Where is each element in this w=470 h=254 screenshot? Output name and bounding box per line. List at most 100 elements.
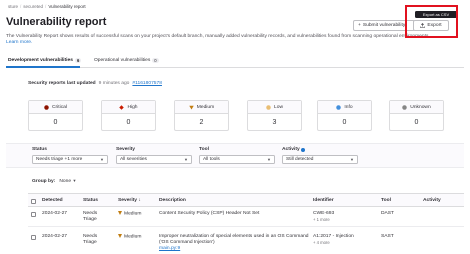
breadcrumb-item-group[interactable]: sture bbox=[8, 4, 18, 9]
tab-count-badge: 6 bbox=[74, 58, 82, 63]
location-link[interactable]: main.py:9 bbox=[159, 246, 180, 252]
learn-more-link[interactable]: Learn more. bbox=[6, 40, 32, 45]
activity-filter-label-group: Activity bbox=[282, 147, 306, 152]
sort-arrow-icon: ↓ bbox=[138, 198, 141, 203]
breadcrumb-item-project[interactable]: secureted bbox=[23, 4, 43, 9]
severity-text: Medium bbox=[124, 234, 142, 240]
tab-count-badge: 0 bbox=[152, 58, 159, 63]
breadcrumb-separator: / bbox=[45, 4, 47, 9]
status-text: Needs Triage bbox=[83, 234, 98, 245]
chevron-down-icon: ▼ bbox=[267, 157, 271, 162]
chevron-down-icon: ▼ bbox=[72, 178, 77, 183]
identifier-more: + 4 more bbox=[313, 240, 330, 245]
row-checkbox[interactable] bbox=[31, 212, 36, 217]
severity-label: Unknown bbox=[410, 104, 431, 110]
column-header-tool: Tool bbox=[381, 198, 391, 203]
medium-severity-icon bbox=[118, 211, 122, 215]
severity-label: Info bbox=[344, 104, 353, 110]
last-updated-time: 9 minutes ago bbox=[98, 80, 130, 86]
severity-count: 0 bbox=[414, 119, 419, 126]
info-icon[interactable] bbox=[301, 147, 306, 152]
activity-filter-dropdown[interactable]: Still detected ▼ bbox=[282, 155, 358, 164]
severity-count: 0 bbox=[53, 119, 58, 126]
low-severity-icon bbox=[266, 104, 271, 110]
severity-cell: Medium bbox=[118, 211, 141, 217]
tool-filter-dropdown[interactable]: All tools ▼ bbox=[199, 155, 275, 164]
status-filter-value: Needs triage +1 more bbox=[36, 157, 83, 162]
group-by-value: None bbox=[59, 179, 72, 184]
detected-date: 2024-02-27 bbox=[42, 211, 68, 216]
severity-label: Low bbox=[274, 104, 283, 110]
group-by: Group by: None ▼ bbox=[32, 178, 76, 184]
tab-label: Development vulnerabilities bbox=[8, 58, 73, 63]
severity-cell: Medium bbox=[118, 234, 141, 240]
column-header-description: Description bbox=[159, 198, 186, 203]
severity-filter-label: Severity bbox=[116, 147, 136, 152]
last-updated-label: Security reports last updated bbox=[28, 80, 96, 86]
breadcrumb-separator: / bbox=[20, 4, 22, 9]
severity-card-low[interactable]: Low 3 bbox=[247, 100, 302, 131]
severity-card-high[interactable]: High 0 bbox=[101, 100, 156, 131]
tab-development-vulnerabilities[interactable]: Development vulnerabilities 6 bbox=[8, 58, 82, 63]
location-text[interactable]: main.py:9 bbox=[159, 246, 180, 251]
severity-label: Critical bbox=[52, 104, 67, 110]
description-link[interactable]: Content Security Policy (CSP) Header Not… bbox=[159, 211, 259, 217]
tool-filter-label: Tool bbox=[199, 147, 209, 152]
breadcrumb-current[interactable]: Vulnerability report bbox=[48, 4, 85, 9]
info-severity-icon bbox=[336, 104, 342, 110]
breadcrumb: sture / secureted / Vulnerability report bbox=[8, 4, 86, 9]
column-header-severity[interactable]: Severity ↓ bbox=[118, 198, 141, 203]
tab-operational-vulnerabilities[interactable]: Operational vulnerabilities 0 bbox=[94, 58, 159, 63]
submit-vulnerability-label: Submit vulnerability bbox=[362, 23, 406, 28]
select-all-checkbox[interactable] bbox=[31, 198, 36, 204]
group-by-label: Group by: bbox=[32, 178, 56, 184]
status-filter-label: Status bbox=[32, 147, 47, 152]
critical-severity-icon bbox=[44, 104, 49, 110]
severity-count: 2 bbox=[199, 119, 204, 126]
chevron-down-icon: ▼ bbox=[100, 157, 104, 162]
severity-filter-value: All severities bbox=[120, 157, 147, 162]
severity-header-label: Severity bbox=[118, 198, 138, 203]
severity-count: 0 bbox=[126, 119, 131, 126]
tool-filter-value: All tools bbox=[203, 157, 220, 162]
severity-card-critical[interactable]: Critical 0 bbox=[28, 100, 83, 131]
severity-card-medium[interactable]: Medium 2 bbox=[174, 100, 229, 131]
column-header-status: Status bbox=[83, 198, 98, 203]
status-filter-dropdown[interactable]: Needs triage +1 more ▼ bbox=[32, 155, 108, 164]
severity-filter-dropdown[interactable]: All severities ▼ bbox=[116, 155, 192, 164]
high-severity-icon bbox=[119, 104, 125, 110]
tab-label: Operational vulnerabilities bbox=[94, 58, 151, 63]
row-checkbox[interactable] bbox=[31, 235, 36, 240]
column-header-identifier: Identifier bbox=[313, 198, 334, 203]
description-link[interactable]: Improper neutralization of special eleme… bbox=[159, 234, 309, 246]
severity-label: High bbox=[127, 104, 138, 110]
page-title: Vulnerability report bbox=[6, 16, 107, 28]
unknown-severity-icon bbox=[402, 104, 408, 110]
table-row[interactable]: 2024-02-27 Needs Triage Medium Improper … bbox=[28, 230, 464, 254]
table-row[interactable]: 2024-02-27 Needs Triage Medium Content S… bbox=[28, 207, 464, 227]
pipeline-link[interactable]: #1161807578 bbox=[132, 81, 162, 86]
severity-card-info[interactable]: Info 0 bbox=[317, 100, 372, 131]
column-header-detected[interactable]: Detected bbox=[42, 198, 63, 203]
severity-text: Medium bbox=[124, 211, 142, 217]
medium-severity-icon bbox=[118, 234, 122, 238]
detected-date: 2024-02-27 bbox=[42, 234, 68, 239]
identifier-more: + 1 more bbox=[313, 217, 330, 222]
description-text: The Vulnerability Report shows results o… bbox=[6, 34, 430, 39]
activity-filter-label: Activity bbox=[282, 147, 300, 152]
highlight-box bbox=[405, 5, 458, 38]
severity-card-unknown[interactable]: Unknown 0 bbox=[389, 100, 444, 131]
severity-count: 0 bbox=[342, 119, 347, 126]
chevron-down-icon: ▼ bbox=[184, 157, 188, 162]
active-tab-indicator bbox=[6, 66, 80, 68]
group-by-dropdown[interactable]: None ▼ bbox=[59, 178, 76, 184]
activity-filter-value: Still detected bbox=[286, 157, 314, 162]
severity-count: 3 bbox=[272, 119, 277, 126]
status-text: Needs Triage bbox=[83, 211, 98, 222]
page-description: The Vulnerability Report shows results o… bbox=[6, 34, 442, 47]
tool-text: DAST bbox=[381, 211, 395, 216]
plus-icon: + bbox=[358, 23, 361, 28]
column-header-activity: Activity bbox=[423, 198, 441, 203]
last-updated-bar: Security reports last updated 9 minutes … bbox=[28, 78, 464, 88]
filters-bar: Status Needs triage +1 more ▼ Severity Al… bbox=[6, 143, 464, 168]
